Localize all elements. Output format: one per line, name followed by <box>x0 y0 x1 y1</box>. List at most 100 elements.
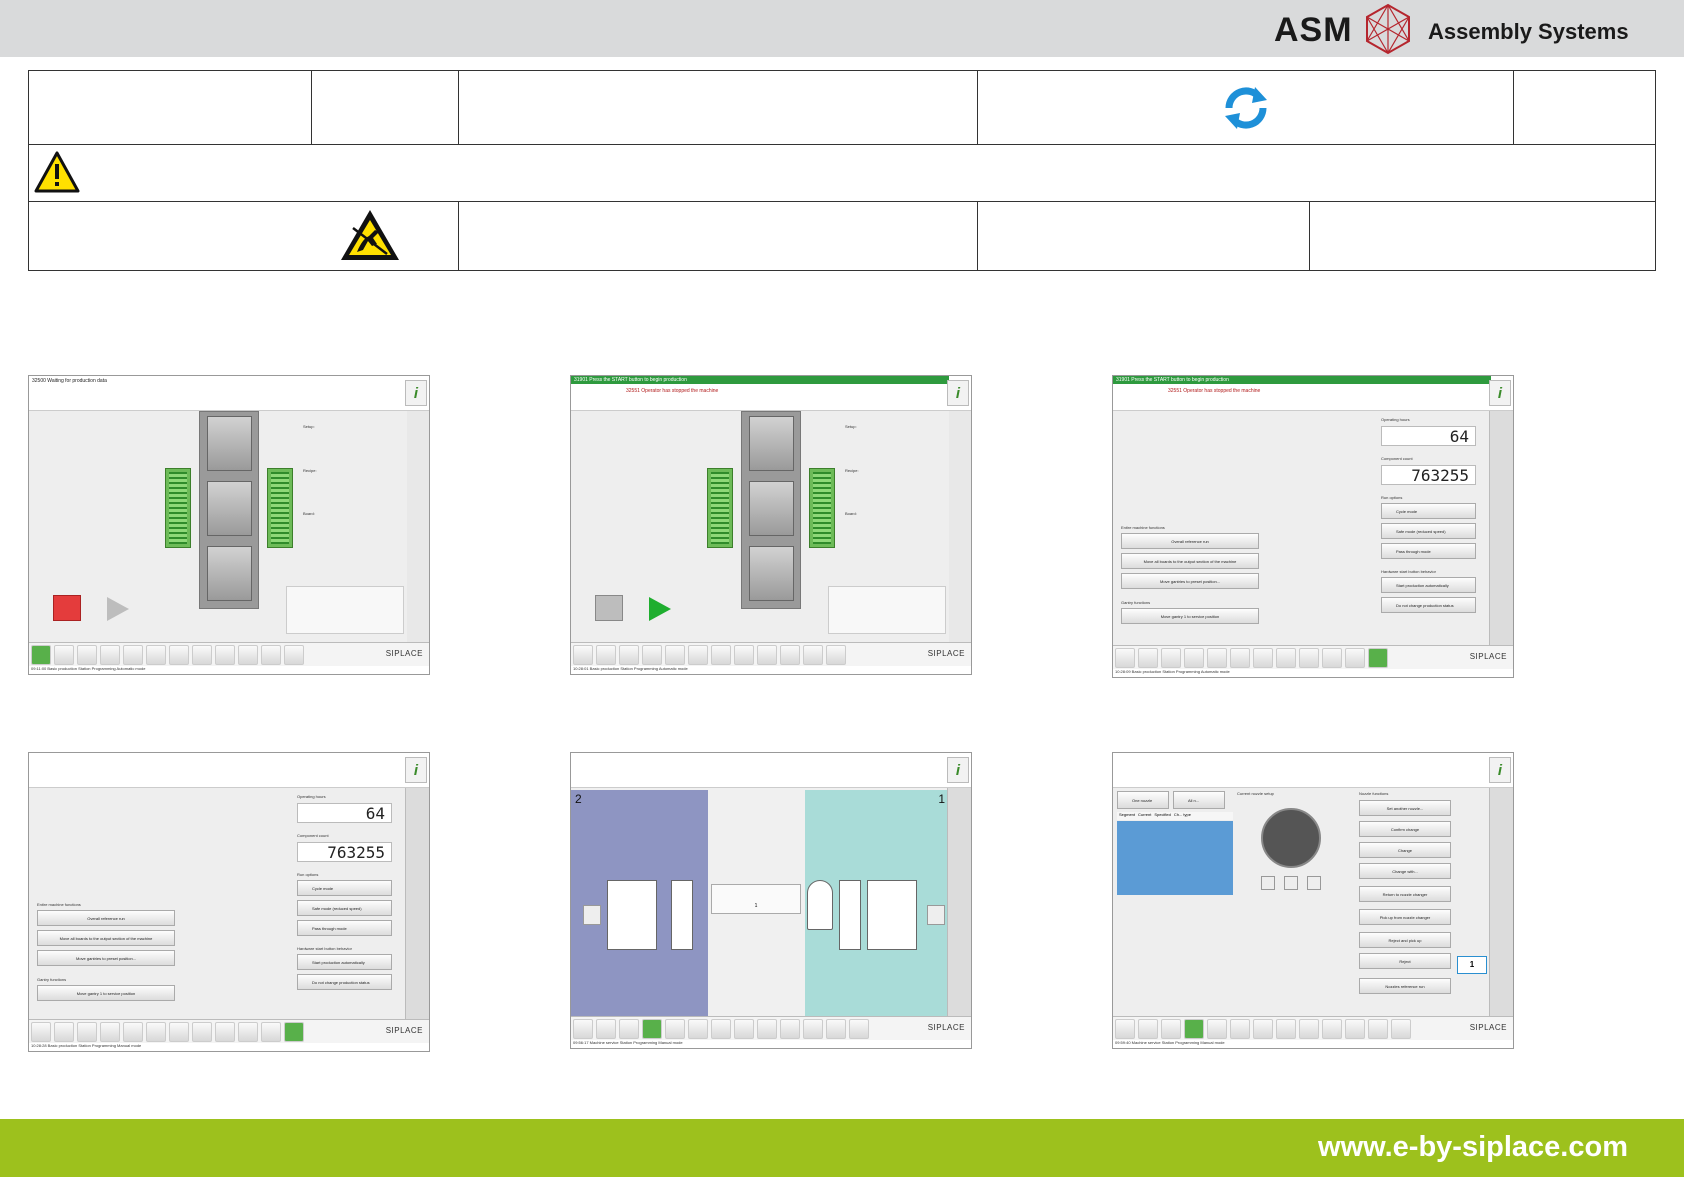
gantry-service-button[interactable]: Move gantry 1 to service position <box>37 985 175 1001</box>
return-to-changer-button[interactable]: Return to nozzle changer <box>1359 886 1451 902</box>
start-auto-radio[interactable]: Start production automatically <box>1381 577 1476 593</box>
statistics-tab[interactable] <box>1207 647 1227 668</box>
setup-tab[interactable] <box>596 644 616 665</box>
feeder-tab[interactable] <box>77 644 97 665</box>
overall-reference-button[interactable]: Overall reference run <box>1121 533 1259 549</box>
chart-tab[interactable] <box>1276 647 1296 668</box>
pick-up-button[interactable]: Pick up from nozzle changer <box>1359 909 1451 925</box>
nozzle-tab[interactable] <box>780 644 800 665</box>
change-button[interactable]: Change <box>1359 842 1451 858</box>
board-tab[interactable] <box>146 1021 166 1042</box>
pass-through-checkbox[interactable]: Pass through mode <box>297 920 392 936</box>
scroll-right-button[interactable] <box>927 905 945 925</box>
no-change-radio[interactable]: Do not change production status <box>297 974 392 990</box>
production-tab[interactable] <box>31 1021 51 1042</box>
stop-button[interactable] <box>595 595 623 621</box>
start-button[interactable] <box>107 597 129 621</box>
confirm-change-button[interactable]: Confirm change <box>1359 821 1451 837</box>
overall-reference-button[interactable]: Overall reference run <box>37 910 175 926</box>
camera-tab[interactable] <box>1299 647 1319 668</box>
grid-tab[interactable] <box>642 644 662 665</box>
help-button[interactable]: i <box>947 380 969 406</box>
book-tab[interactable] <box>169 1021 189 1042</box>
feeder-tab[interactable] <box>619 644 639 665</box>
book-tab[interactable] <box>711 644 731 665</box>
statistics-tab[interactable] <box>665 644 685 665</box>
no-change-radio[interactable]: Do not change production status <box>1381 597 1476 613</box>
settings-tab[interactable] <box>826 1018 846 1039</box>
setup-tab[interactable] <box>1138 1018 1158 1039</box>
book-tab[interactable] <box>711 1018 731 1039</box>
pen-tab[interactable] <box>261 644 281 665</box>
grid-tab[interactable] <box>1184 647 1204 668</box>
nozzle-tab[interactable] <box>1322 647 1342 668</box>
chart-tab[interactable] <box>192 1021 212 1042</box>
safe-mode-checkbox[interactable]: Safe mode (reduced speed) <box>297 900 392 916</box>
camera-tab[interactable] <box>1299 1018 1319 1039</box>
chart-tab[interactable] <box>1276 1018 1296 1039</box>
rotate-left-button[interactable] <box>1261 876 1275 890</box>
camera-tab[interactable] <box>757 1018 777 1039</box>
footer-url[interactable]: www.e-by-siplace.com <box>1318 1131 1628 1164</box>
chart-tab[interactable] <box>734 1018 754 1039</box>
feeder-tab[interactable] <box>1161 1018 1181 1039</box>
settings-tab[interactable] <box>826 644 846 665</box>
production-tab[interactable] <box>573 644 593 665</box>
grid-tab[interactable] <box>642 1018 662 1039</box>
setup-tab[interactable] <box>1138 647 1158 668</box>
scroll-left-button[interactable] <box>583 905 601 925</box>
stop-button[interactable] <box>53 595 81 621</box>
feeder-tab[interactable] <box>77 1021 97 1042</box>
nozzle-tab[interactable] <box>780 1018 800 1039</box>
move-boards-button[interactable]: Move all boards to the output section of… <box>1121 553 1259 569</box>
feeder-tab[interactable] <box>1161 647 1181 668</box>
start-button[interactable] <box>649 597 671 621</box>
help-button[interactable]: i <box>405 757 427 783</box>
board-tab[interactable] <box>1230 1018 1250 1039</box>
gantry-service-button[interactable]: Move gantry 1 to service position <box>1121 608 1259 624</box>
pen-tab[interactable] <box>1345 1018 1365 1039</box>
book-tab[interactable] <box>1253 1018 1273 1039</box>
statistics-tab[interactable] <box>665 1018 685 1039</box>
segment-table[interactable] <box>1117 821 1233 895</box>
help-button[interactable]: i <box>1489 757 1511 783</box>
statistics-tab[interactable] <box>123 644 143 665</box>
book-tab[interactable] <box>169 644 189 665</box>
camera-tab[interactable] <box>757 644 777 665</box>
help-button[interactable]: i <box>405 380 427 406</box>
production-tab[interactable] <box>573 1018 593 1039</box>
grid-tab[interactable] <box>100 644 120 665</box>
board-tab[interactable] <box>688 644 708 665</box>
move-gantries-button[interactable]: Move gantries to preset position... <box>1121 573 1259 589</box>
cycle-mode-checkbox[interactable]: Cycle mode <box>297 880 392 896</box>
wrench-tab[interactable] <box>1391 1018 1411 1039</box>
setup-tab[interactable] <box>54 1021 74 1042</box>
board-tab[interactable] <box>1230 647 1250 668</box>
nozzle-tab[interactable] <box>1322 1018 1342 1039</box>
move-boards-button[interactable]: Move all boards to the output section of… <box>37 930 175 946</box>
reject-pick-up-button[interactable]: Reject and pick up <box>1359 932 1451 948</box>
all-nozzles-radio[interactable]: All n... <box>1173 791 1225 809</box>
nozzles-reference-button[interactable]: Nozzles reference run <box>1359 978 1451 994</box>
stop-rotate-button[interactable] <box>1284 876 1298 890</box>
production-tab[interactable] <box>1115 647 1135 668</box>
board-tab[interactable] <box>688 1018 708 1039</box>
pass-through-checkbox[interactable]: Pass through mode <box>1381 543 1476 559</box>
grid-tab[interactable] <box>1184 1018 1204 1039</box>
wrench-tab[interactable] <box>849 1018 869 1039</box>
one-nozzle-radio[interactable]: One nozzle <box>1117 791 1169 809</box>
book-tab[interactable] <box>1253 647 1273 668</box>
help-button[interactable]: i <box>947 757 969 783</box>
setup-tab[interactable] <box>54 644 74 665</box>
chart-tab[interactable] <box>734 644 754 665</box>
camera-tab[interactable] <box>215 644 235 665</box>
nozzle-head[interactable] <box>807 880 833 930</box>
camera-tab[interactable] <box>215 1021 235 1042</box>
board-tab[interactable] <box>146 644 166 665</box>
production-tab[interactable] <box>1115 1018 1135 1039</box>
settings-tab[interactable] <box>1368 647 1388 668</box>
settings-tab[interactable] <box>284 644 304 665</box>
rotate-right-button[interactable] <box>1307 876 1321 890</box>
nozzle-tab[interactable] <box>238 1021 258 1042</box>
settings-tab[interactable] <box>284 1021 304 1042</box>
